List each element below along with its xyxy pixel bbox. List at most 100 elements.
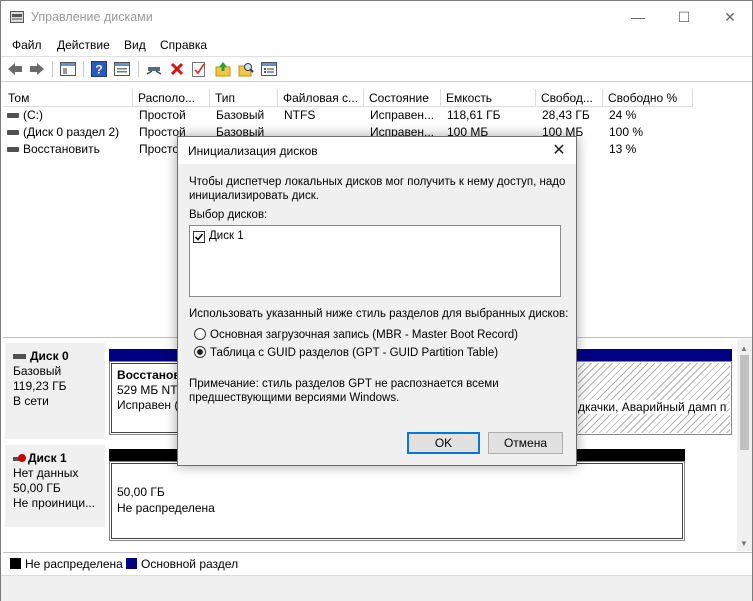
column-header-free-space[interactable]: Свобод...	[536, 89, 603, 107]
volume-name: (C:)	[23, 108, 43, 122]
dialog-title-bar: Инициализация дисков ✕	[178, 137, 576, 164]
column-header-layout[interactable]: Располо...	[133, 89, 210, 107]
disk-management-icon	[10, 11, 24, 23]
title-bar: Управление дисками — ☐ ✕	[1, 1, 752, 33]
unallocated-size: 50,00 ГБ	[117, 485, 165, 499]
close-button[interactable]: ✕	[707, 1, 753, 33]
legend-label-unallocated: Не распределена	[25, 557, 123, 571]
connect-icon[interactable]	[145, 60, 163, 78]
window-title: Управление дисками	[31, 10, 153, 24]
cancel-button[interactable]: Отмена	[488, 432, 563, 454]
delete-icon[interactable]	[168, 60, 186, 78]
menu-action[interactable]: Действие	[57, 38, 110, 52]
filesystem-cell: NTFS	[284, 108, 316, 122]
disk-0-size: 119,23 ГБ	[13, 379, 67, 393]
gpt-compat-note: Примечание: стиль разделов GPT не распоз…	[189, 378, 499, 404]
toolbar-separator	[138, 61, 139, 77]
status-bar	[1, 575, 752, 601]
list-item[interactable]: Диск 1	[193, 229, 253, 245]
recovery-partition-size: 529 МБ NTF	[117, 383, 179, 397]
table-row[interactable]: (C:) Простой Базовый NTFS Исправен... 11…	[3, 107, 693, 124]
dialog-title: Инициализация дисков	[188, 144, 318, 158]
recovery-partition[interactable]: Восстанови 529 МБ NTF Исправен (	[111, 363, 179, 433]
drive-icon	[7, 113, 19, 119]
vertical-scrollbar[interactable]: ▲ ▼	[737, 339, 752, 551]
column-header-filesystem[interactable]: Файловая с...	[278, 89, 364, 107]
disk-0-title: Диск 0	[13, 349, 105, 364]
disk-1-label[interactable]: Диск 1 Нет данных 50,00 ГБ Не проиници..…	[5, 445, 105, 527]
volume-cell: (C:)	[7, 107, 133, 124]
scroll-thumb[interactable]	[740, 355, 749, 450]
list-icon[interactable]	[260, 60, 278, 78]
search-icon[interactable]	[237, 60, 255, 78]
column-header-status[interactable]: Состояние	[364, 89, 441, 107]
volume-name: Восстановить	[23, 142, 100, 156]
up-icon[interactable]	[214, 60, 232, 78]
menu-view[interactable]: Вид	[124, 38, 146, 52]
column-header-capacity[interactable]: Емкость	[441, 89, 536, 107]
column-header-percent-free[interactable]: Свободно %	[603, 89, 693, 107]
legend-swatch-unallocated	[10, 558, 21, 569]
dialog-close-icon[interactable]: ✕	[546, 139, 572, 161]
forward-icon[interactable]	[28, 60, 46, 78]
disk-0-type: Базовый	[13, 364, 62, 378]
ok-button[interactable]: OK	[407, 432, 480, 454]
legend: Не распределена Основной раздел	[3, 552, 752, 574]
unallocated-region[interactable]: 50,00 ГБ Не распределена	[111, 463, 683, 539]
disk-select-list[interactable]: Диск 1	[189, 225, 561, 297]
column-header-volume[interactable]: Том	[3, 89, 133, 107]
layout-cell: Простой	[139, 108, 186, 122]
system-partition-status: дкачки, Аварийный дамп п	[578, 400, 727, 414]
status-cell: Исправен...	[370, 108, 435, 122]
help-icon[interactable]: ?	[90, 60, 108, 78]
mbr-option-label[interactable]: Основная загрузочная запись (MBR - Maste…	[210, 328, 518, 342]
initialize-disk-dialog: Инициализация дисков ✕ Чтобы диспетчер л…	[177, 136, 577, 466]
legend-swatch-primary	[126, 558, 137, 569]
dialog-intro-text: Чтобы диспетчер локальных дисков мог пол…	[189, 176, 566, 202]
partition-style-label: Использовать указанный ниже стиль раздел…	[189, 308, 569, 320]
drive-icon	[7, 130, 19, 136]
disk-1-type: Нет данных	[13, 466, 79, 480]
capacity-cell: 118,61 ГБ	[447, 108, 501, 122]
disk-1-status: Не проиници...	[13, 496, 96, 510]
volume-cell: (Диск 0 раздел 2)	[7, 124, 133, 141]
gpt-option-label[interactable]: Таблица с GUID разделов (GPT - GUID Part…	[210, 346, 498, 360]
menu-bar	[1, 33, 752, 55]
system-partition-tail[interactable]: дкачки, Аварийный дамп п	[578, 363, 730, 433]
back-icon[interactable]	[6, 60, 24, 78]
toolbar-separator	[52, 61, 53, 77]
select-disks-label: Выбор дисков:	[189, 209, 268, 221]
disk-0-status: В сети	[13, 394, 49, 408]
volume-list-header: Том Располо... Тип Файловая с... Состоян…	[3, 89, 693, 107]
console-icon[interactable]	[59, 60, 77, 78]
maximize-button[interactable]: ☐	[661, 1, 707, 33]
disk-0-label[interactable]: Диск 0 Базовый 119,23 ГБ В сети	[5, 343, 105, 439]
mbr-radio[interactable]	[194, 328, 206, 340]
percent-free-cell: 13 %	[609, 142, 637, 156]
unallocated-status: Не распределена	[117, 501, 215, 515]
properties-icon[interactable]	[113, 60, 131, 78]
scroll-up-icon[interactable]: ▲	[740, 344, 748, 353]
disk-1-checkbox[interactable]	[193, 231, 205, 243]
volume-cell: Восстановить	[7, 141, 133, 158]
scroll-down-icon[interactable]: ▼	[740, 539, 748, 548]
free-space-cell: 28,43 ГБ	[542, 108, 590, 122]
column-header-type[interactable]: Тип	[210, 89, 278, 107]
svg-text:?: ?	[95, 63, 102, 77]
disk-error-icon	[13, 454, 26, 463]
type-cell: Базовый	[216, 108, 265, 122]
toolbar-separator	[83, 61, 84, 77]
percent-free-cell: 24 %	[609, 108, 637, 122]
volume-name: (Диск 0 раздел 2)	[23, 125, 120, 139]
menu-help[interactable]: Справка	[160, 38, 207, 52]
minimize-button[interactable]: —	[615, 1, 661, 33]
drive-icon	[7, 147, 19, 153]
menu-file[interactable]: Файл	[12, 38, 42, 52]
recovery-partition-name: Восстанови	[117, 368, 178, 382]
check-icon[interactable]	[191, 60, 209, 78]
legend-label-primary: Основной раздел	[141, 557, 239, 571]
percent-free-cell: 100 %	[609, 125, 644, 139]
gpt-radio[interactable]	[194, 346, 206, 358]
disk-1-item-label: Диск 1	[209, 230, 244, 242]
disk-1-size: 50,00 ГБ	[13, 481, 61, 495]
